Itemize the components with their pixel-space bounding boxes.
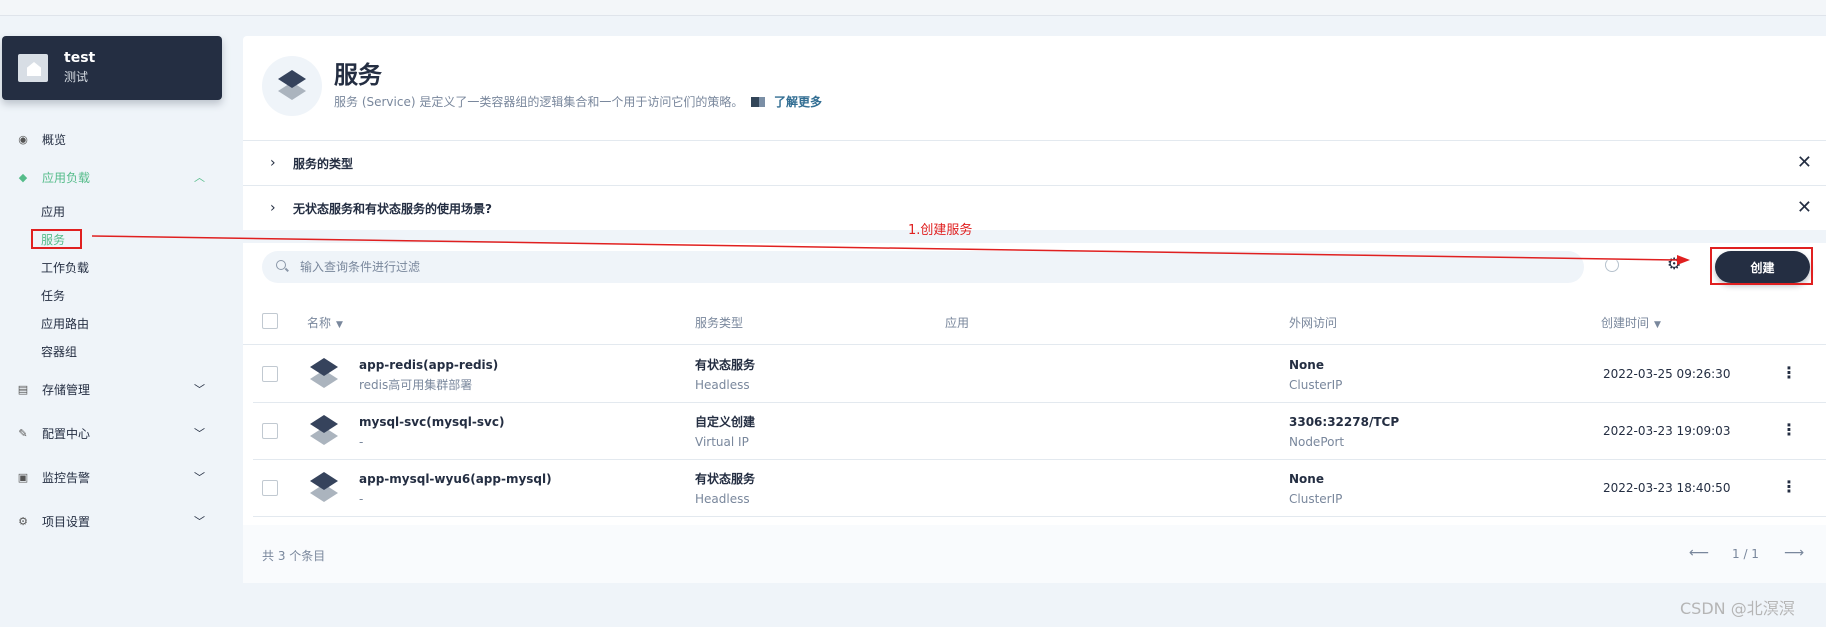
sidebar-item-monitoring[interactable]: ▣ 监控告警 ﹀: [0, 465, 222, 489]
chevron-right-icon: ›: [270, 155, 276, 171]
page-banner: 服务 服务 (Service) 是定义了一类容器组的逻辑集合和一个用于访问它们的…: [243, 36, 1826, 140]
tip-service-types[interactable]: › 服务的类型 ✕: [243, 140, 1826, 185]
table-row[interactable]: app-mysql-wyu6(app-mysql) - 有状态服务 Headle…: [253, 460, 1826, 517]
arrow-left-icon[interactable]: ⟵: [1689, 545, 1709, 561]
created-time: 2022-03-25 09:26:30: [1603, 367, 1731, 381]
sidebar-item-config[interactable]: ✎ 配置中心 ﹀: [0, 421, 222, 445]
sidebar-subitem-ingress[interactable]: 应用路由: [41, 315, 89, 333]
service-name[interactable]: app-mysql-wyu6(app-mysql): [359, 471, 552, 487]
column-created[interactable]: 创建时间 ▼: [1601, 314, 1661, 331]
external-access-type: ClusterIP: [1289, 378, 1343, 392]
external-access-type: NodePort: [1289, 435, 1345, 449]
gear-icon: ⚙: [18, 514, 28, 528]
toolbar: ⚙ 创建: [243, 243, 1826, 303]
column-access: 外网访问: [1289, 316, 1338, 330]
arrow-right-icon[interactable]: ⟶: [1784, 545, 1804, 561]
created-time: 2022-03-23 18:40:50: [1603, 481, 1731, 495]
sidebar-subitem-pods[interactable]: 容器组: [41, 343, 77, 361]
table-footer: 共 3 个条目 ⟵ 1 / 1 ⟶: [243, 525, 1826, 583]
annotation-label: 1.创建服务: [908, 223, 973, 238]
service-icon: [308, 472, 340, 504]
dashboard-icon: ◉: [18, 132, 28, 146]
total-count: 共 3 个条目: [262, 549, 326, 563]
search-bar[interactable]: [262, 251, 1584, 283]
project-icon: [18, 52, 50, 84]
search-input[interactable]: [300, 251, 1570, 283]
wrench-icon: ✎: [18, 426, 28, 440]
service-desc: -: [359, 492, 364, 506]
top-bar: [0, 0, 1826, 16]
service-icon: [308, 415, 340, 447]
sidebar-item-overview[interactable]: ◉ 概览: [0, 127, 222, 151]
page-title: 服务: [334, 61, 382, 89]
external-access: None: [1289, 358, 1324, 372]
chevron-down-icon: ﹀: [194, 515, 205, 528]
service-list-panel: ⚙ 创建 名称▼ 服务类型 应用 外网访问 创建时间▼ app-redis(ap…: [243, 243, 1826, 583]
more-icon[interactable]: ⋮: [1781, 421, 1797, 439]
table-header: 名称 ▼ 服务类型 应用 外网访问 创建时间 ▼: [243, 299, 1826, 345]
page-description: 服务 (Service) 是定义了一类容器组的逻辑集合和一个用于访问它们的策略。: [334, 95, 744, 109]
service-name[interactable]: app-redis(app-redis): [359, 357, 498, 373]
annotation-highlight-services: [31, 229, 82, 249]
service-type: 有状态服务: [695, 472, 756, 486]
sidebar-subitem-apps[interactable]: 应用: [41, 203, 65, 221]
sidebar-item-storage[interactable]: ▤ 存储管理 ﹀: [0, 377, 222, 401]
project-card[interactable]: test 测试: [2, 36, 222, 100]
close-icon[interactable]: ✕: [1797, 199, 1812, 217]
service-type-sub: Virtual IP: [695, 435, 749, 449]
close-icon[interactable]: ✕: [1797, 154, 1812, 172]
service-type-sub: Headless: [695, 492, 750, 506]
service-desc: redis高可用集群部署: [359, 378, 473, 392]
service-type: 有状态服务: [695, 358, 756, 372]
created-time: 2022-03-23 19:09:03: [1603, 424, 1731, 438]
column-app: 应用: [945, 316, 970, 330]
row-checkbox[interactable]: [262, 366, 278, 382]
external-access: 3306:32278/TCP: [1289, 415, 1400, 429]
database-icon: ▤: [17, 382, 29, 396]
annotation-highlight-create: [1710, 247, 1813, 285]
project-description: 测试: [64, 70, 89, 84]
watermark: CSDN @北溟溟: [1680, 599, 1795, 618]
learn-more-link[interactable]: 了解更多: [751, 93, 822, 111]
refresh-icon[interactable]: [1605, 258, 1619, 272]
sidebar-item-project-settings[interactable]: ⚙ 项目设置 ﹀: [0, 509, 222, 533]
service-name[interactable]: mysql-svc(mysql-svc): [359, 414, 504, 430]
layers-icon: ◆: [18, 170, 28, 184]
column-type: 服务类型: [695, 316, 744, 330]
table-row[interactable]: app-redis(app-redis) redis高可用集群部署 有状态服务 …: [253, 346, 1826, 403]
select-all-checkbox[interactable]: [262, 313, 278, 329]
search-icon: [276, 260, 286, 270]
row-checkbox[interactable]: [262, 480, 278, 496]
chevron-up-icon: ︿: [194, 171, 205, 184]
service-type-sub: Headless: [695, 378, 750, 392]
project-name: test: [64, 50, 96, 66]
service-desc: -: [359, 435, 364, 449]
settings-icon[interactable]: ⚙: [1667, 255, 1681, 273]
page-indicator: 1 / 1: [1732, 547, 1759, 561]
more-icon[interactable]: ⋮: [1781, 364, 1797, 382]
external-access-type: ClusterIP: [1289, 492, 1343, 506]
chevron-down-icon: ﹀: [194, 427, 205, 440]
chevron-down-icon: ﹀: [194, 383, 205, 396]
more-icon[interactable]: ⋮: [1781, 478, 1797, 496]
service-icon: [308, 358, 340, 390]
chevron-right-icon: ›: [270, 200, 276, 216]
service-type: 自定义创建: [695, 415, 756, 429]
book-icon: [751, 97, 765, 107]
sidebar-subitem-jobs[interactable]: 任务: [41, 287, 65, 305]
service-icon: [262, 56, 322, 116]
tip-stateless-stateful[interactable]: › 无状态服务和有状态服务的使用场景? ✕: [243, 185, 1826, 230]
column-name[interactable]: 名称 ▼: [307, 314, 343, 331]
row-checkbox[interactable]: [262, 423, 278, 439]
external-access: None: [1289, 472, 1324, 486]
chevron-down-icon: ﹀: [194, 471, 205, 484]
sort-down-icon: ▼: [336, 320, 343, 330]
sidebar-subitem-workloads[interactable]: 工作负载: [41, 259, 89, 277]
sort-down-icon: ▼: [1654, 320, 1661, 330]
table-row[interactable]: mysql-svc(mysql-svc) - 自定义创建 Virtual IP …: [253, 403, 1826, 460]
monitor-icon: ▣: [17, 470, 29, 484]
sidebar-item-app-workloads[interactable]: ◆ 应用负载 ︿: [0, 165, 222, 189]
